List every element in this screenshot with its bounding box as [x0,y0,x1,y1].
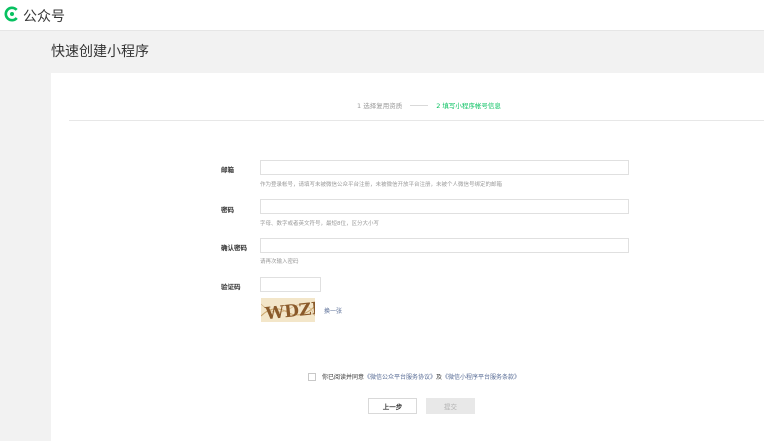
password-input[interactable] [260,199,629,214]
confirm-password-input[interactable] [260,238,629,253]
captcha-noise-icon: WDZE [261,298,315,322]
captcha-refresh-link[interactable]: 换一张 [324,306,342,315]
email-input[interactable] [260,160,629,175]
captcha-label: 验证码 [221,283,241,291]
agreement-checkbox[interactable] [308,372,316,381]
prev-button[interactable]: 上一步 [368,398,417,414]
password-hint: 字母、数字或者英文符号，最短8位，区分大小写 [260,221,380,227]
miniprogram-terms-link[interactable]: 《微信小程序平台服务条款》 [442,372,520,381]
divider [69,120,764,121]
step-2: 2 填写小程序帐号信息 [436,102,501,110]
agreement-prefix: 你已阅读并同意 [322,374,365,381]
captcha-input[interactable] [260,277,321,292]
wechat-official-account-logo-icon[interactable] [4,6,20,22]
page-title: 快速创建小程序 [51,44,149,60]
confirm-password-hint: 请再次输入密码 [260,259,299,265]
top-bar: 公众号 [0,0,764,31]
brand-name[interactable]: 公众号 [23,6,65,26]
password-label: 密码 [221,206,234,214]
email-label: 邮箱 [221,166,234,174]
captcha-text: WDZE [263,298,315,322]
agreement-row: 你已阅读并同意 《微信公众平台服务协议》 及 《微信小程序平台服务条款》 [308,372,520,381]
submit-button[interactable]: 提交 [426,398,475,414]
service-agreement-link[interactable]: 《微信公众平台服务协议》 [364,372,436,381]
step-1: 1 选择复用资质 [357,102,403,110]
captcha-image[interactable]: WDZE [261,298,315,322]
form-card: 1 选择复用资质 2 填写小程序帐号信息 邮箱 作为登录帐号，请填写未被微信公众… [51,73,764,441]
step-indicator: 1 选择复用资质 2 填写小程序帐号信息 [357,100,501,110]
step-connector [410,104,429,106]
email-hint: 作为登录帐号，请填写未被微信公众平台注册，未被微信开放平台注册，未被个人微信号绑… [260,182,503,188]
confirm-password-label: 确认密码 [221,244,247,252]
